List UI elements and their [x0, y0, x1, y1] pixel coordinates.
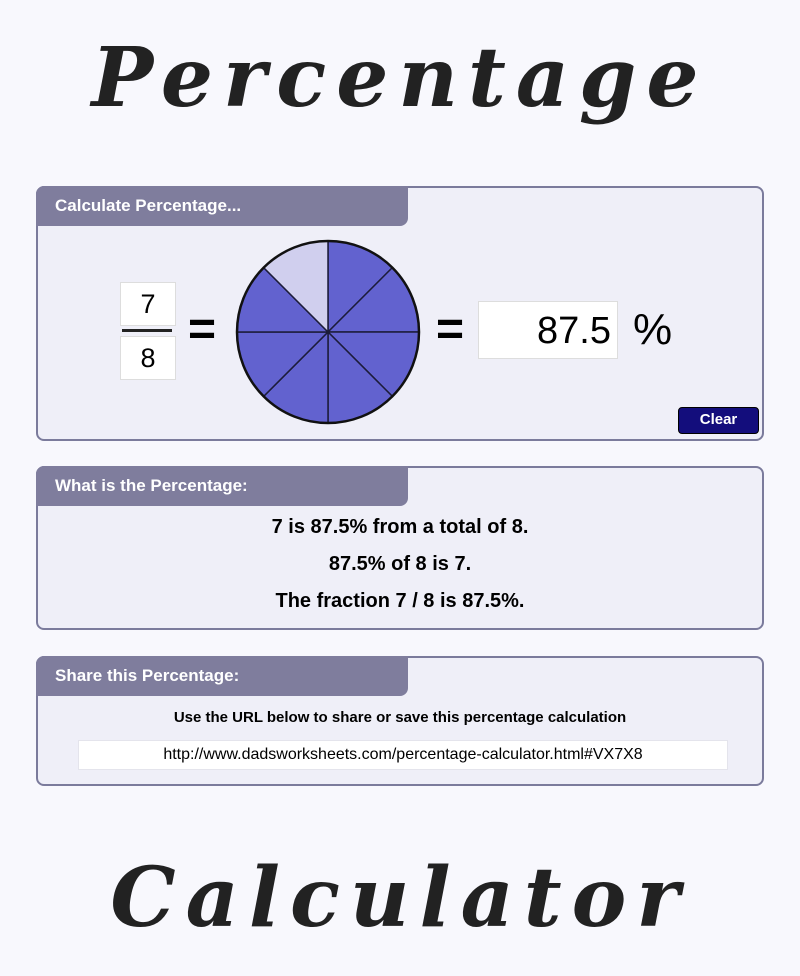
share-instructions: Use the URL below to share or save this … [173, 709, 627, 726]
clear-button[interactable]: Clear [678, 407, 759, 434]
result-sentence: The fraction 7 / 8 is 87.5%. [275, 590, 525, 612]
calculate-panel: Calculate Percentage... 7 8 = = 87.5 % C… [36, 186, 764, 441]
what-panel-header: What is the Percentage: [36, 466, 408, 506]
share-url-field[interactable]: http://www.dadsworksheets.com/percentage… [78, 740, 728, 770]
denominator-input[interactable]: 8 [120, 336, 176, 380]
percent-input[interactable]: 87.5 [478, 301, 618, 359]
share-panel: Share this Percentage: Use the URL below… [36, 656, 764, 786]
what-is-percentage-panel: What is the Percentage: 7 is 87.5% from … [36, 466, 764, 630]
result-sentence: 7 is 87.5% from a total of 8. [271, 516, 529, 538]
calculate-panel-header: Calculate Percentage... [36, 186, 408, 226]
equals-sign: = [188, 303, 217, 356]
fraction-bar [122, 329, 172, 332]
result-sentence: 87.5% of 8 is 7. [328, 553, 472, 575]
share-panel-header: Share this Percentage: [36, 656, 408, 696]
fraction-pie-chart [235, 239, 421, 425]
percent-sign: % [633, 305, 673, 354]
numerator-input[interactable]: 7 [120, 282, 176, 326]
page-title-percentage: Percentage [91, 30, 709, 126]
equals-sign: = [436, 303, 465, 356]
page-title-calculator: Calculator [110, 850, 690, 946]
